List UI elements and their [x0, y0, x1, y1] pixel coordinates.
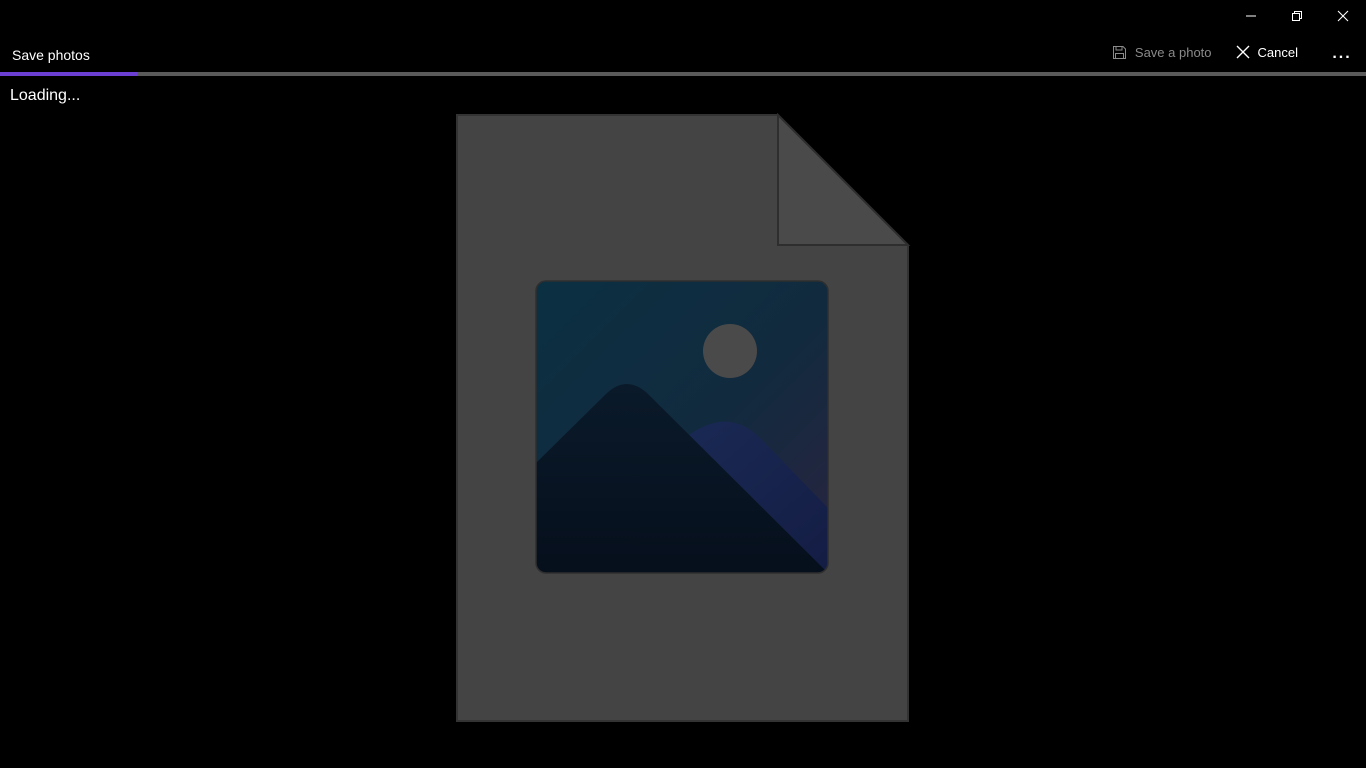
page-title: Save photos — [12, 47, 90, 63]
save-photo-button[interactable]: Save a photo — [1112, 40, 1212, 64]
save-photo-label: Save a photo — [1134, 44, 1212, 60]
app-window: Save photos Save a photo Cancel ... Load… — [0, 0, 1366, 768]
window-caption-buttons — [1228, 0, 1366, 32]
minimize-icon — [1246, 15, 1256, 17]
image-file-placeholder-icon — [455, 112, 911, 723]
loading-progress-fill — [0, 72, 137, 76]
close-icon — [1236, 45, 1250, 59]
close-icon — [1337, 10, 1349, 22]
restore-button[interactable] — [1274, 0, 1320, 32]
loading-progress-bar — [0, 72, 1366, 76]
cancel-label: Cancel — [1257, 44, 1298, 60]
close-window-button[interactable] — [1320, 0, 1366, 32]
more-options-button[interactable]: ... — [1324, 42, 1360, 66]
command-bar: Save a photo Cancel ... — [1112, 40, 1366, 64]
loading-status-text: Loading... — [10, 87, 81, 104]
cancel-button[interactable]: Cancel — [1236, 40, 1298, 64]
restore-icon — [1292, 11, 1302, 21]
floppy-disk-icon — [1112, 45, 1127, 60]
minimize-button[interactable] — [1228, 0, 1274, 32]
